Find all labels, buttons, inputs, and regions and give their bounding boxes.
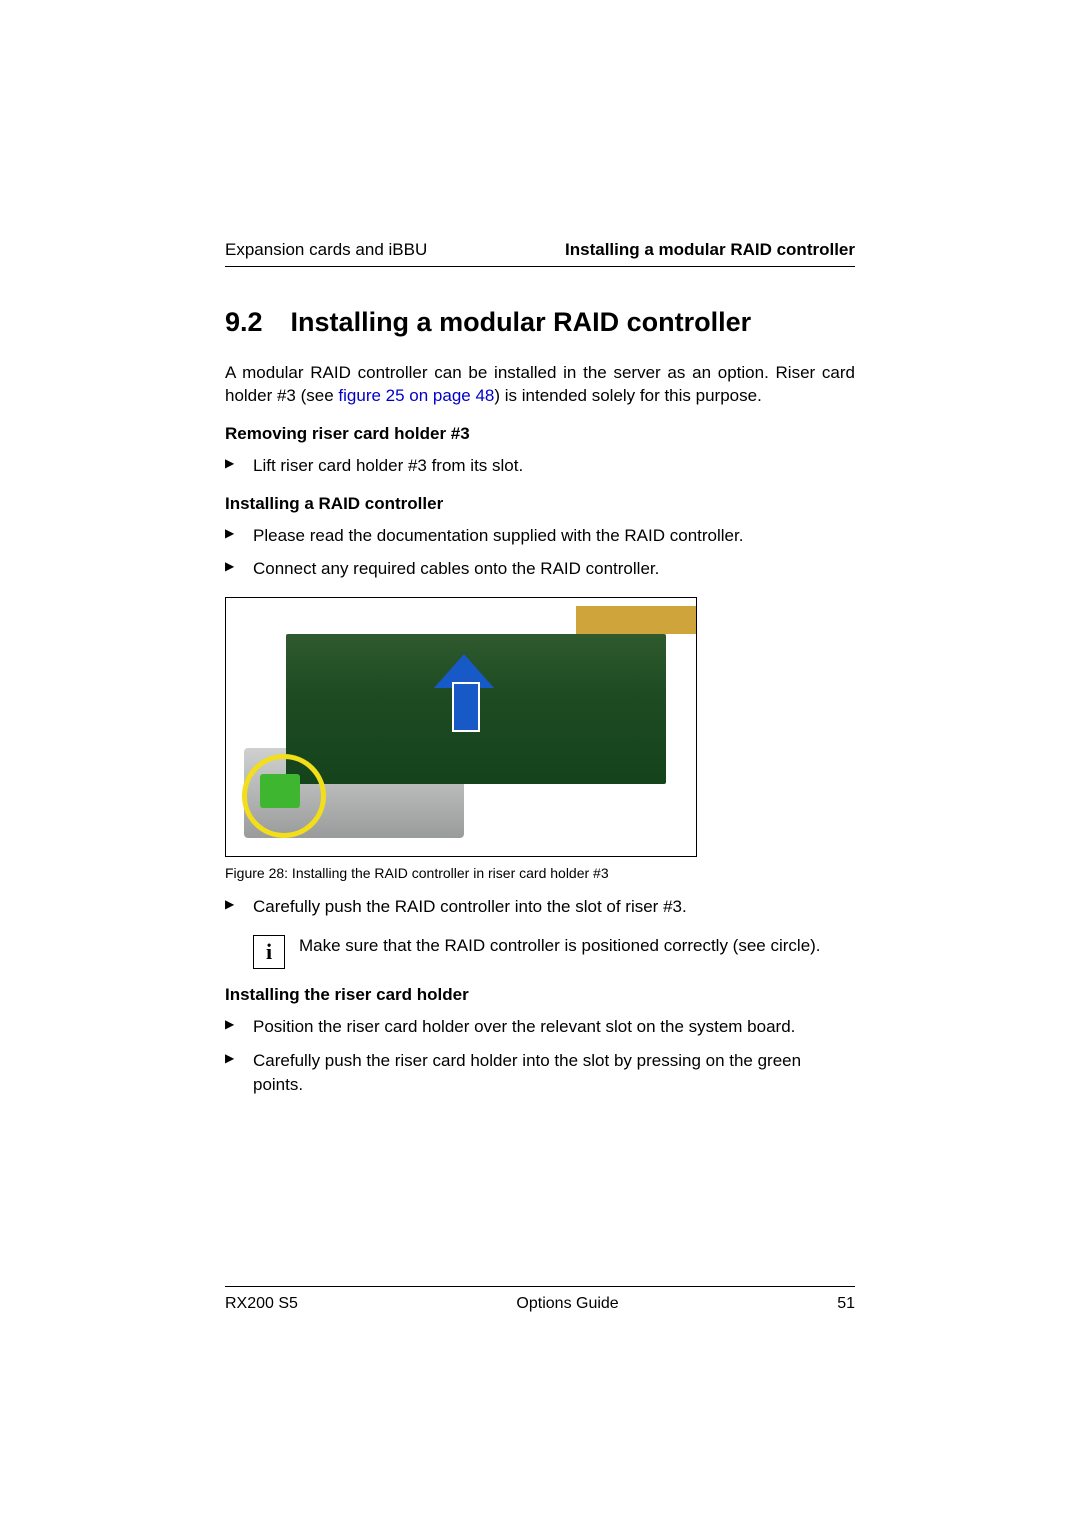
list-item: Carefully push the RAID controller into … xyxy=(225,895,855,919)
figure-image xyxy=(225,597,697,857)
footer-page-number: 51 xyxy=(837,1295,855,1313)
section-title-text: Installing a modular RAID controller xyxy=(291,307,752,337)
figure-caption: Figure 28: Installing the RAID controlle… xyxy=(225,865,855,881)
running-header: Expansion cards and iBBU Installing a mo… xyxy=(225,240,855,267)
steps-installing-before: Please read the documentation supplied w… xyxy=(225,524,855,582)
subhead-removing: Removing riser card holder #3 xyxy=(225,424,855,444)
list-item: Please read the documentation supplied w… xyxy=(225,524,855,548)
section-heading: 9.2 Installing a modular RAID controller xyxy=(225,307,855,338)
header-left: Expansion cards and iBBU xyxy=(225,240,427,260)
page-footer: RX200 S5 Options Guide 51 xyxy=(225,1286,855,1313)
steps-removing: Lift riser card holder #3 from its slot. xyxy=(225,454,855,478)
section-number: 9.2 xyxy=(225,307,263,338)
list-item: Lift riser card holder #3 from its slot. xyxy=(225,454,855,478)
info-text: Make sure that the RAID controller is po… xyxy=(299,935,855,958)
steps-installing-after: Carefully push the RAID controller into … xyxy=(225,895,855,919)
intro-paragraph: A modular RAID controller can be install… xyxy=(225,362,855,408)
list-item: Carefully push the riser card holder int… xyxy=(225,1049,855,1097)
steps-installing-holder: Position the riser card holder over the … xyxy=(225,1015,855,1096)
blue-arrow-icon xyxy=(436,656,492,728)
info-note: i Make sure that the RAID controller is … xyxy=(253,935,855,969)
list-item: Connect any required cables onto the RAI… xyxy=(225,557,855,581)
highlight-circle-icon xyxy=(242,754,326,838)
intro-post: ) is intended solely for this purpose. xyxy=(494,386,761,405)
footer-left: RX200 S5 xyxy=(225,1295,298,1313)
info-icon: i xyxy=(253,935,285,969)
footer-center: Options Guide xyxy=(516,1295,618,1313)
header-right: Installing a modular RAID controller xyxy=(565,240,855,260)
subhead-installing-controller: Installing a RAID controller xyxy=(225,494,855,514)
crossref-link[interactable]: figure 25 on page 48 xyxy=(338,386,494,405)
page: Expansion cards and iBBU Installing a mo… xyxy=(0,0,1080,1528)
list-item: Position the riser card holder over the … xyxy=(225,1015,855,1039)
subhead-installing-holder: Installing the riser card holder xyxy=(225,985,855,1005)
